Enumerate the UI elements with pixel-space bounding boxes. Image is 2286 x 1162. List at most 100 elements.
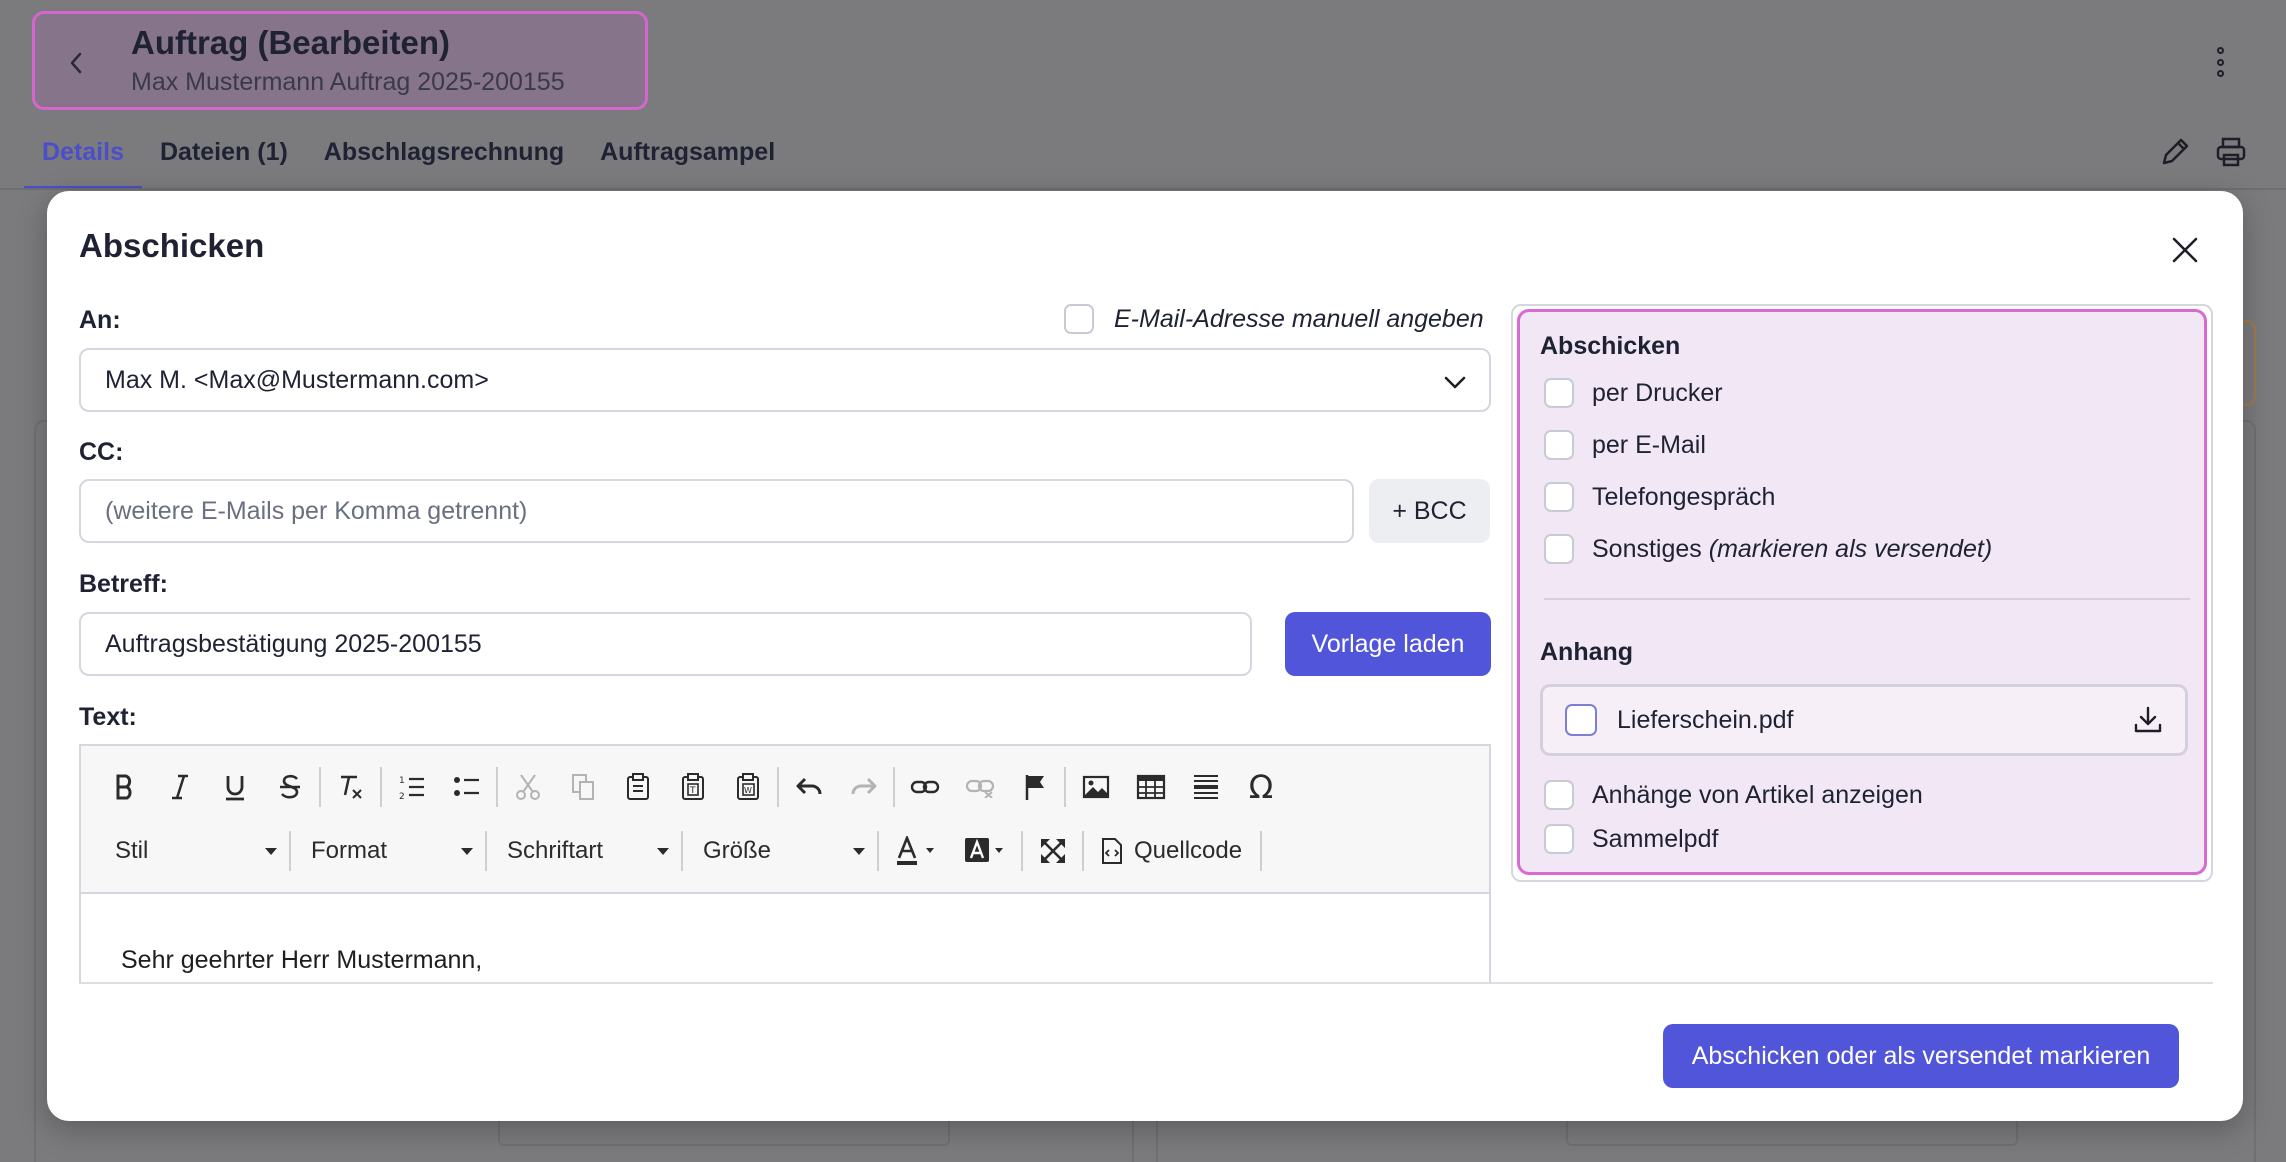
toolbar-separator xyxy=(1260,831,1262,871)
editor-toolbar: 12 T W Ω Stil Format Schriftart Größe Qu… xyxy=(81,746,1489,894)
toolbar-separator xyxy=(1064,767,1066,807)
anchor-flag-icon[interactable] xyxy=(1014,765,1056,809)
collect-pdf-checkbox[interactable] xyxy=(1544,824,1574,854)
paste-text-icon[interactable]: T xyxy=(672,765,714,809)
send-dialog: Abschicken An: E-Mail-Adresse manuell an… xyxy=(47,191,2243,1121)
option-email[interactable]: per E-Mail xyxy=(1544,430,1706,460)
page-title: Auftrag (Bearbeiten) xyxy=(131,24,451,61)
bold-icon[interactable] xyxy=(104,765,146,809)
style-dropdown[interactable]: Stil xyxy=(97,829,287,873)
underline-icon[interactable] xyxy=(214,765,256,809)
page-subtitle: Max Mustermann Auftrag 2025-200155 xyxy=(131,68,565,96)
tab-divider xyxy=(0,188,2286,190)
submit-button[interactable]: Abschicken oder als versendet markieren xyxy=(1663,1024,2179,1088)
header-title-box: Auftrag (Bearbeiten) Max Mustermann Auft… xyxy=(32,11,648,110)
attachment-checkbox[interactable] xyxy=(1565,704,1597,736)
clear-format-icon[interactable] xyxy=(330,765,372,809)
printer-icon[interactable] xyxy=(2214,135,2248,174)
editor-body-text[interactable]: Sehr geehrter Herr Mustermann, xyxy=(121,946,482,975)
manual-email-option[interactable]: E-Mail-Adresse manuell angeben xyxy=(1064,304,1484,334)
horizontal-line-icon[interactable] xyxy=(1185,765,1227,809)
attachment-item[interactable]: Lieferschein.pdf xyxy=(1540,684,2188,756)
text-label: Text: xyxy=(79,703,137,731)
option-note: (markieren als versendet) xyxy=(1708,534,1993,563)
tab-details[interactable]: Details xyxy=(24,130,142,190)
add-bcc-button[interactable]: + BCC xyxy=(1369,479,1490,543)
option-other[interactable]: Sonstiges (markieren als versendet) xyxy=(1544,534,1992,564)
redo-icon[interactable] xyxy=(843,765,885,809)
size-dropdown-label: Größe xyxy=(703,837,772,864)
tab-bar: Details Dateien (1) Abschlagsrechnung Au… xyxy=(24,130,793,190)
text-color-icon[interactable] xyxy=(888,829,944,873)
option-label: Sonstiges xyxy=(1592,534,1702,563)
source-code-label: Quellcode xyxy=(1134,837,1243,864)
manual-email-label: E-Mail-Adresse manuell angeben xyxy=(1114,304,1484,333)
strikethrough-icon[interactable] xyxy=(269,765,311,809)
option-label: Sammelpdf xyxy=(1592,824,1719,853)
footer-divider xyxy=(79,982,2213,984)
phone-checkbox[interactable] xyxy=(1544,482,1574,512)
download-icon[interactable] xyxy=(2133,705,2163,735)
toolbar-separator xyxy=(289,831,291,871)
numbered-list-icon[interactable]: 12 xyxy=(391,765,433,809)
toolbar-separator xyxy=(893,767,895,807)
bullet-list-icon[interactable] xyxy=(446,765,488,809)
attachment-filename: Lieferschein.pdf xyxy=(1617,705,1794,734)
chevron-left-icon xyxy=(70,52,82,74)
option-label: Telefongespräch xyxy=(1592,482,1776,511)
table-icon[interactable] xyxy=(1130,765,1172,809)
load-template-button[interactable]: Vorlage laden xyxy=(1285,612,1491,676)
source-code-button[interactable]: Quellcode xyxy=(1086,829,1258,873)
cc-label: CC: xyxy=(79,438,124,466)
toolbar-separator xyxy=(1082,831,1084,871)
send-section-title: Abschicken xyxy=(1540,332,1681,360)
more-options-icon[interactable] xyxy=(2206,44,2234,80)
cut-icon[interactable] xyxy=(507,765,549,809)
tab-order-status[interactable]: Auftragsampel xyxy=(582,130,793,190)
maximize-icon[interactable] xyxy=(1032,829,1074,873)
close-icon xyxy=(2172,237,2198,263)
option-show-article-attachments[interactable]: Anhänge von Artikel anzeigen xyxy=(1544,780,1923,810)
background-color-icon[interactable] xyxy=(957,829,1013,873)
printer-checkbox[interactable] xyxy=(1544,378,1574,408)
font-dropdown[interactable]: Schriftart xyxy=(489,829,679,873)
italic-icon[interactable] xyxy=(159,765,201,809)
chevron-down-icon xyxy=(1444,376,1466,389)
option-collect-pdf[interactable]: Sammelpdf xyxy=(1544,824,1718,854)
copy-icon[interactable] xyxy=(562,765,604,809)
source-code-icon xyxy=(1102,838,1122,864)
to-select[interactable]: Max M. <Max@Mustermann.com> xyxy=(79,348,1491,412)
to-select-value: Max M. <Max@Mustermann.com> xyxy=(105,365,489,394)
pencil-icon[interactable] xyxy=(2158,135,2192,174)
send-options-box: Abschicken per Drucker per E-Mail Telefo… xyxy=(1517,309,2207,875)
link-icon[interactable] xyxy=(904,765,946,809)
format-dropdown[interactable]: Format xyxy=(293,829,483,873)
option-label: Anhänge von Artikel anzeigen xyxy=(1592,780,1923,809)
image-icon[interactable] xyxy=(1075,765,1117,809)
toolbar-separator xyxy=(777,767,779,807)
size-dropdown[interactable]: Größe xyxy=(685,829,875,873)
paste-icon[interactable] xyxy=(617,765,659,809)
option-printer[interactable]: per Drucker xyxy=(1544,378,1723,408)
manual-email-checkbox[interactable] xyxy=(1064,304,1094,334)
format-dropdown-label: Format xyxy=(311,837,388,864)
option-phone[interactable]: Telefongespräch xyxy=(1544,482,1775,512)
email-checkbox[interactable] xyxy=(1544,430,1574,460)
subject-input[interactable]: Auftragsbestätigung 2025-200155 xyxy=(79,612,1252,676)
other-checkbox[interactable] xyxy=(1544,534,1574,564)
paste-word-icon[interactable]: W xyxy=(727,765,769,809)
style-dropdown-label: Stil xyxy=(115,837,149,864)
tab-files[interactable]: Dateien (1) xyxy=(142,130,306,190)
to-label: An: xyxy=(79,306,121,334)
special-char-icon[interactable]: Ω xyxy=(1240,765,1282,809)
option-label: per E-Mail xyxy=(1592,430,1706,459)
tab-partial-invoice[interactable]: Abschlagsrechnung xyxy=(306,130,582,190)
subject-label: Betreff: xyxy=(79,570,168,598)
article-attachments-checkbox[interactable] xyxy=(1544,780,1574,810)
cc-input[interactable]: (weitere E-Mails per Komma getrennt) xyxy=(79,479,1354,543)
back-button[interactable] xyxy=(61,48,91,78)
undo-icon[interactable] xyxy=(788,765,830,809)
svg-text:2: 2 xyxy=(399,792,405,801)
unlink-icon[interactable] xyxy=(959,765,1001,809)
close-button[interactable] xyxy=(2165,230,2205,270)
